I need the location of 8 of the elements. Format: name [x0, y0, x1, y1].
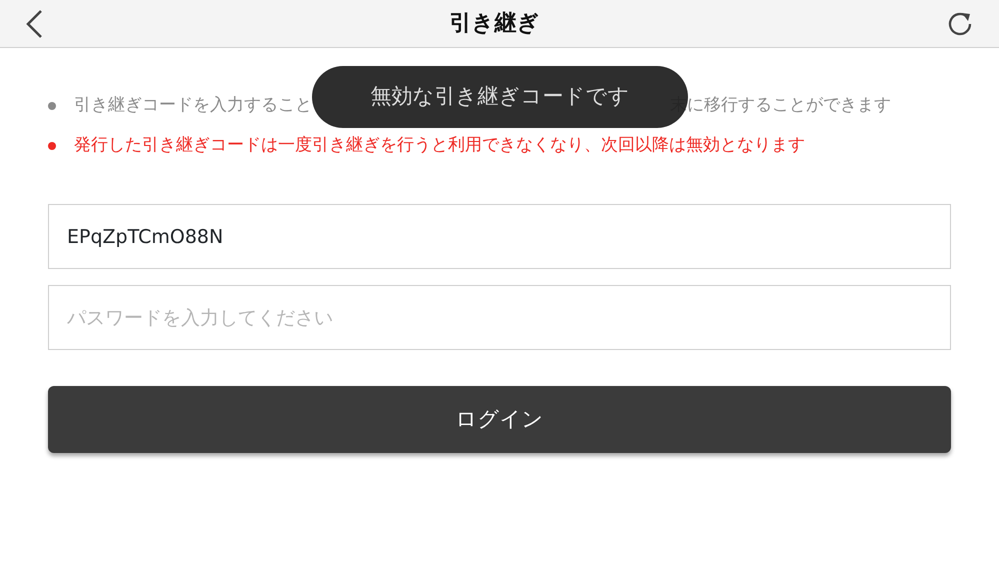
back-icon[interactable] — [24, 8, 44, 38]
login-button[interactable]: ログイン — [48, 386, 951, 453]
note-text: 発行した引き継ぎコードは一度引き継ぎを行うと利用できなくなり、次回以降は無効となります — [74, 134, 805, 158]
password-input-field[interactable]: パスワードを入力してください — [48, 285, 951, 350]
note-text: 末に移行することができます — [670, 94, 891, 118]
note-text: 引き継ぎコードを入力すること — [74, 94, 312, 118]
page-title: 引き継ぎ — [450, 10, 540, 38]
code-input-field[interactable]: EPqZpTCmO88N — [48, 204, 951, 269]
